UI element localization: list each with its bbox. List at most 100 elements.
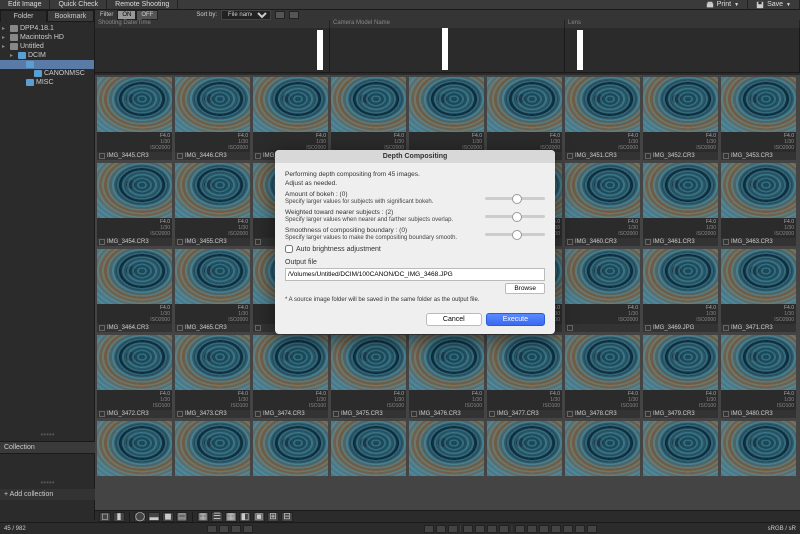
disclosure-icon[interactable]: ▸ — [2, 34, 8, 41]
thumbnail[interactable]: F4.01/30ISO100IMG_3477.CR3 — [487, 335, 562, 418]
rotate-cw-icon[interactable] — [539, 525, 549, 533]
grid-view-3-icon[interactable]: ▦ — [225, 512, 237, 522]
view-mode-1-icon[interactable]: ◻ — [99, 512, 111, 522]
thumbnail-checkbox[interactable] — [177, 325, 183, 331]
thumbnail-checkbox[interactable] — [645, 153, 651, 159]
thumbnail[interactable]: F4.01/30ISO2000IMG_3449.CR3 — [409, 77, 484, 160]
thumbnail[interactable]: F4.01/30ISO2000IMG_3452.CR3 — [643, 77, 718, 160]
thumb-size-2-icon[interactable] — [219, 525, 229, 533]
zoom-fit-icon[interactable] — [424, 525, 434, 533]
thumbnail[interactable]: F4.01/30ISO2000IMG_3460.CR3 — [565, 163, 640, 246]
view-mode-3-icon[interactable]: ◯ — [134, 512, 146, 522]
folder-item-dpp4181[interactable]: ▸DPP4.18.1 — [0, 24, 94, 33]
grid-view-1-icon[interactable]: ▦ — [197, 512, 209, 522]
thumbnail[interactable]: F4.01/30ISO2000IMG_3469.JPG — [643, 249, 718, 332]
thumbnail-checkbox[interactable] — [567, 153, 573, 159]
thumbnail-checkbox[interactable] — [645, 239, 651, 245]
thumbnail[interactable] — [409, 421, 484, 476]
smooth-slider[interactable] — [485, 233, 545, 236]
thumbnail-checkbox[interactable] — [723, 325, 729, 331]
thumbnail[interactable]: F4.01/30ISO2000 — [565, 249, 640, 332]
edit-image-button[interactable]: Edit Image — [0, 0, 50, 9]
grid-view-7-icon[interactable]: ⊟ — [281, 512, 293, 522]
grid-view-2-icon[interactable]: ☰ — [211, 512, 223, 522]
thumbnail[interactable]: F4.01/30ISO100IMG_3480.CR3 — [721, 335, 796, 418]
disclosure-icon[interactable]: ▸ — [2, 43, 8, 50]
thumbnail-checkbox[interactable] — [177, 239, 183, 245]
rotate-ccw-icon[interactable] — [527, 525, 537, 533]
add-collection-button[interactable]: + Add collection — [0, 489, 95, 500]
thumbnail[interactable]: F4.01/30ISO2000IMG_3471.CR3 — [721, 249, 796, 332]
execute-button[interactable]: Execute — [486, 313, 545, 326]
header-lens[interactable]: Lens — [565, 20, 800, 28]
bokeh-slider[interactable] — [485, 197, 545, 200]
grid-view-5-icon[interactable]: ▣ — [253, 512, 265, 522]
folder-item-100canon[interactable] — [0, 60, 94, 69]
folder-item-untitled[interactable]: ▸Untitled — [0, 42, 94, 51]
print-button[interactable]: Print ▼ — [698, 0, 748, 9]
thumbnail-checkbox[interactable] — [255, 325, 261, 331]
thumbnail[interactable]: F4.01/30ISO100IMG_3479.CR3 — [643, 335, 718, 418]
disclosure-icon[interactable]: ▸ — [10, 52, 16, 59]
thumbnail-checkbox[interactable] — [411, 411, 417, 417]
sort-desc-icon[interactable] — [289, 11, 299, 19]
nav-first-icon[interactable] — [463, 525, 473, 533]
view-mode-5-icon[interactable]: ◼ — [162, 512, 174, 522]
thumbnail[interactable]: F4.01/30ISO100IMG_3478.CR3 — [565, 335, 640, 418]
thumbnail[interactable] — [331, 421, 406, 476]
nav-next-icon[interactable] — [487, 525, 497, 533]
folder-item-dcim[interactable]: ▸DCIM — [0, 51, 94, 60]
thumbnail[interactable]: F4.01/30ISO2000IMG_3455.CR3 — [175, 163, 250, 246]
thumbnail-checkbox[interactable] — [723, 153, 729, 159]
thumbnail[interactable]: F4.01/30ISO100IMG_3475.CR3 — [331, 335, 406, 418]
thumbnail[interactable]: F4.01/30ISO2000IMG_3447.CR3 — [253, 77, 328, 160]
cancel-button[interactable]: Cancel — [426, 313, 482, 326]
thumbnail-checkbox[interactable] — [99, 325, 105, 331]
folder-item-macintoshhd[interactable]: ▸Macintosh HD — [0, 33, 94, 42]
thumbnail-checkbox[interactable] — [723, 411, 729, 417]
tool-d-icon[interactable] — [587, 525, 597, 533]
thumbnail[interactable] — [721, 421, 796, 476]
quick-check-button[interactable]: Quick Check — [50, 0, 107, 9]
header-camera[interactable]: Camera Model Name — [330, 20, 565, 28]
zoom-200-icon[interactable] — [448, 525, 458, 533]
browse-button[interactable]: Browse — [505, 283, 545, 294]
tool-c-icon[interactable] — [575, 525, 585, 533]
thumbnail-checkbox[interactable] — [333, 411, 339, 417]
thumbnail-checkbox[interactable] — [177, 153, 183, 159]
nav-prev-icon[interactable] — [475, 525, 485, 533]
thumbnail[interactable]: F4.01/30ISO100IMG_3473.CR3 — [175, 335, 250, 418]
grid-view-6-icon[interactable]: ⊞ — [267, 512, 279, 522]
filter-toggle[interactable]: ON OFF — [117, 10, 158, 20]
thumbnail[interactable]: F4.01/30ISO2000IMG_3454.CR3 — [97, 163, 172, 246]
thumbnail-checkbox[interactable] — [99, 239, 105, 245]
thumbnail-checkbox[interactable] — [567, 325, 573, 331]
thumbnail[interactable]: F4.01/30ISO2000IMG_3463.CR3 — [721, 163, 796, 246]
thumbnail-checkbox[interactable] — [99, 153, 105, 159]
view-mode-2-icon[interactable]: ▮ — [113, 512, 125, 522]
thumbnail-checkbox[interactable] — [255, 411, 261, 417]
sort-select[interactable]: File name — [221, 10, 271, 20]
remote-shooting-button[interactable]: Remote Shooting — [107, 0, 178, 9]
thumbnail-checkbox[interactable] — [723, 239, 729, 245]
thumbnail-checkbox[interactable] — [645, 411, 651, 417]
view-mode-4-icon[interactable]: ▬ — [148, 512, 160, 522]
disclosure-icon[interactable]: ▸ — [2, 25, 8, 32]
folder-item-canonmsc[interactable]: CANONMSC — [0, 69, 94, 78]
thumbnail-checkbox[interactable] — [489, 411, 495, 417]
nav-last-icon[interactable] — [499, 525, 509, 533]
thumbnail[interactable] — [175, 421, 250, 476]
thumbnail[interactable]: F4.01/30ISO2000IMG_3445.CR3 — [97, 77, 172, 160]
thumb-size-3-icon[interactable] — [231, 525, 241, 533]
thumbnail[interactable]: F4.01/30ISO2000IMG_3446.CR3 — [175, 77, 250, 160]
thumbnail[interactable]: F4.01/30ISO100IMG_3474.CR3 — [253, 335, 328, 418]
folder-item-misc[interactable]: MISC — [0, 78, 94, 87]
thumbnail[interactable]: F4.01/30ISO2000IMG_3453.CR3 — [721, 77, 796, 160]
filter-on[interactable]: ON — [117, 10, 136, 20]
thumb-size-4-icon[interactable] — [243, 525, 253, 533]
header-datetime[interactable]: Shooting Date/Time — [95, 20, 330, 28]
thumbnail[interactable]: F4.01/30ISO2000IMG_3461.CR3 — [643, 163, 718, 246]
thumbnail[interactable]: F4.01/30ISO2000IMG_3464.CR3 — [97, 249, 172, 332]
thumbnail-checkbox[interactable] — [645, 325, 651, 331]
thumbnail[interactable]: F4.01/30ISO2000IMG_3450.CR3 — [487, 77, 562, 160]
